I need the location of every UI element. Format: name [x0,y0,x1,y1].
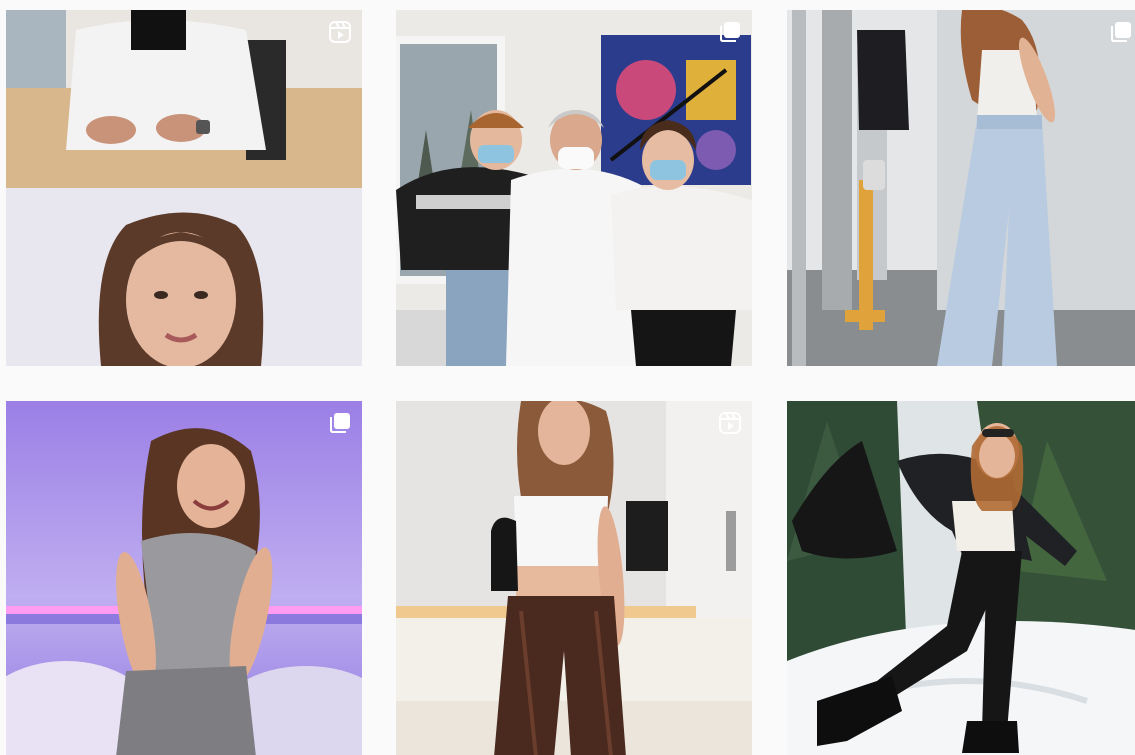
post-5-photo [396,401,752,755]
post-tile-1[interactable] [6,10,362,366]
post-4-photo [6,401,362,755]
post-tile-3[interactable] [787,10,1135,366]
carousel-icon [1109,20,1133,44]
post-tile-5[interactable] [396,401,752,755]
post-tile-6[interactable] [787,401,1135,755]
carousel-icon [718,20,742,44]
post-2-photo [396,10,752,366]
reels-icon [328,20,352,44]
post-tile-4[interactable] [6,401,362,755]
post-3-photo [787,10,1135,366]
posts-grid [0,0,1135,755]
reels-icon [718,411,742,435]
post-tile-2[interactable] [396,10,752,366]
post-6-photo [787,401,1135,755]
post-1-photo [6,10,362,366]
carousel-icon [328,411,352,435]
